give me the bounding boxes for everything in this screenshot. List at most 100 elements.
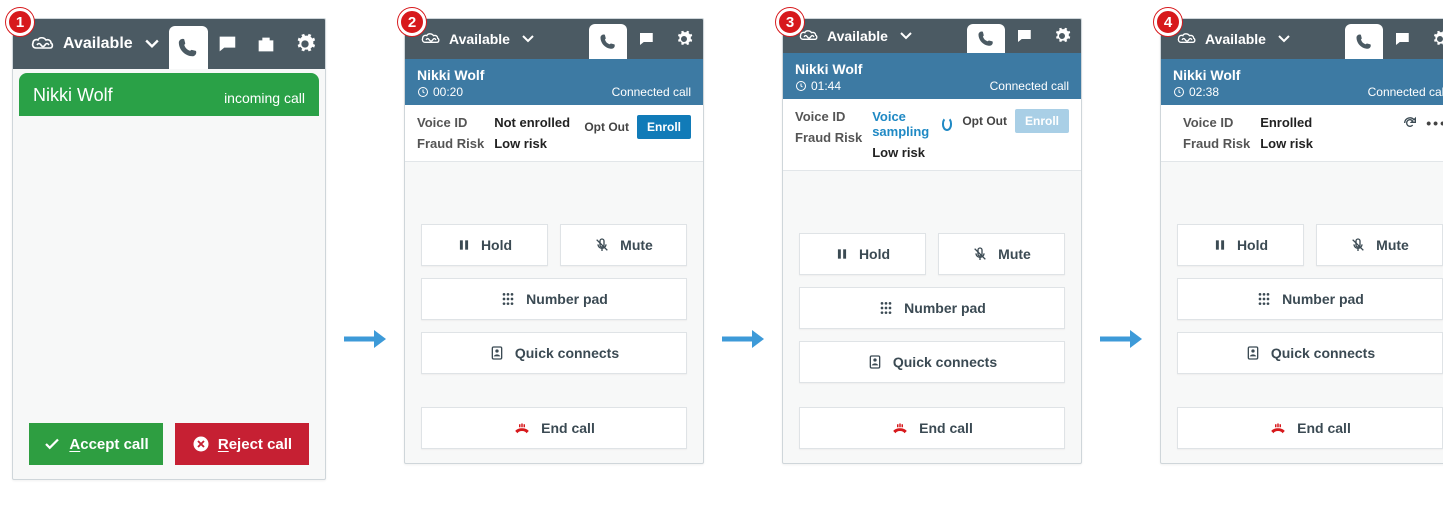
chevron-down-icon bbox=[522, 35, 534, 43]
hangup-icon bbox=[513, 421, 531, 435]
tab-phone[interactable] bbox=[169, 26, 208, 69]
hold-button[interactable]: Hold bbox=[421, 224, 548, 266]
more-menu-button[interactable]: ••• bbox=[1426, 115, 1443, 131]
hangup-icon bbox=[891, 421, 909, 435]
spinner-icon bbox=[942, 117, 953, 131]
voice-id-label: Voice ID bbox=[795, 109, 862, 124]
voice-id-value: Voice sampling bbox=[872, 109, 952, 139]
tab-settings[interactable] bbox=[286, 19, 325, 69]
call-timer: 00:20 bbox=[417, 85, 484, 99]
caller-banner-connected: Nikki Wolf 02:38 Connected call bbox=[1161, 59, 1443, 105]
agent-status-label: Available bbox=[1205, 31, 1266, 47]
fraud-risk-value: Low risk bbox=[494, 136, 574, 151]
fraud-risk-value: Low risk bbox=[872, 145, 952, 160]
chevron-down-icon bbox=[900, 32, 912, 40]
ccp-panel-connected: Available Nikki Wolf 00:20 bbox=[404, 18, 704, 464]
tab-chat[interactable] bbox=[627, 19, 665, 59]
tab-chat[interactable] bbox=[208, 19, 247, 69]
tab-tasks[interactable] bbox=[247, 19, 286, 69]
panel-body: Hold Mute Number pad Quick connects bbox=[1161, 162, 1443, 463]
pause-icon bbox=[1213, 238, 1227, 252]
mute-button[interactable]: Mute bbox=[560, 224, 687, 266]
tab-phone[interactable] bbox=[967, 24, 1005, 53]
ccp-panel-sampling: Available Nikki Wolf 01:44 bbox=[782, 18, 1082, 464]
voice-id-panel: Voice ID Fraud Risk Voice sampling Low r… bbox=[783, 99, 1081, 171]
fraud-risk-label: Fraud Risk bbox=[417, 136, 484, 151]
opt-out-link[interactable]: Opt Out bbox=[962, 114, 1007, 128]
voice-id-panel: Voice ID Fraud Risk Not enrolled Low ris… bbox=[405, 105, 703, 162]
step-badge-3: 3 bbox=[776, 8, 804, 36]
caller-banner-incoming: Nikki Wolf incoming call bbox=[19, 73, 319, 116]
dialpad-icon bbox=[878, 300, 894, 316]
tab-phone[interactable] bbox=[1345, 24, 1383, 59]
dialpad-icon bbox=[1256, 291, 1272, 307]
fraud-risk-value: Low risk bbox=[1260, 136, 1392, 151]
mic-off-icon bbox=[972, 246, 988, 262]
refresh-button[interactable] bbox=[1402, 115, 1418, 131]
topbar: Available bbox=[13, 19, 325, 69]
chevron-down-icon bbox=[145, 39, 159, 49]
flow-arrow-icon bbox=[1098, 327, 1144, 351]
opt-out-link[interactable]: Opt Out bbox=[584, 120, 629, 134]
number-pad-button[interactable]: Number pad bbox=[421, 278, 687, 320]
number-pad-button[interactable]: Number pad bbox=[799, 287, 1065, 329]
voice-id-label: Voice ID bbox=[1183, 115, 1250, 130]
voice-id-value: Enrolled bbox=[1260, 115, 1392, 130]
panel-body: Hold Mute Number pad Quick connects bbox=[405, 162, 703, 463]
end-call-button[interactable]: End call bbox=[421, 407, 687, 449]
tab-chat[interactable] bbox=[1383, 19, 1421, 59]
caller-banner-connected: Nikki Wolf 01:44 Connected call bbox=[783, 53, 1081, 99]
chevron-down-icon bbox=[1278, 35, 1290, 43]
ccp-panel-incoming: Available Nikki Wolf incoming call bbox=[12, 18, 326, 480]
dialpad-icon bbox=[500, 291, 516, 307]
end-call-button[interactable]: End call bbox=[799, 407, 1065, 449]
enroll-button[interactable]: Enroll bbox=[637, 115, 691, 139]
hold-button[interactable]: Hold bbox=[1177, 224, 1304, 266]
contacts-icon bbox=[867, 354, 883, 370]
quick-connects-button[interactable]: Quick connects bbox=[799, 341, 1065, 383]
clock-icon bbox=[795, 80, 807, 92]
connect-cloud-icon bbox=[1177, 32, 1197, 46]
contacts-icon bbox=[489, 345, 505, 361]
tab-chat[interactable] bbox=[1005, 19, 1043, 53]
mute-button[interactable]: Mute bbox=[1316, 224, 1443, 266]
hold-button[interactable]: Hold bbox=[799, 233, 926, 275]
tab-settings[interactable] bbox=[665, 19, 703, 59]
mic-off-icon bbox=[594, 237, 610, 253]
caller-banner-connected: Nikki Wolf 00:20 Connected call bbox=[405, 59, 703, 105]
clock-icon bbox=[417, 86, 429, 98]
agent-status-dropdown[interactable]: Available bbox=[789, 24, 922, 48]
pause-icon bbox=[457, 238, 471, 252]
mic-off-icon bbox=[1350, 237, 1366, 253]
agent-status-label: Available bbox=[449, 31, 510, 47]
agent-status-label: Available bbox=[63, 35, 133, 53]
fraud-risk-label: Fraud Risk bbox=[1183, 136, 1250, 151]
quick-connects-button[interactable]: Quick connects bbox=[1177, 332, 1443, 374]
call-state-label: Connected call bbox=[612, 85, 691, 99]
agent-status-dropdown[interactable]: Available bbox=[21, 27, 169, 61]
end-call-button[interactable]: End call bbox=[1177, 407, 1443, 449]
agent-status-dropdown[interactable]: Available bbox=[411, 24, 544, 54]
agent-status-label: Available bbox=[827, 28, 888, 44]
step-badge-2: 2 bbox=[398, 8, 426, 36]
tab-phone[interactable] bbox=[589, 24, 627, 59]
call-timer: 01:44 bbox=[795, 79, 862, 93]
call-state-label: incoming call bbox=[224, 90, 305, 106]
tab-settings[interactable] bbox=[1421, 19, 1443, 59]
mute-button[interactable]: Mute bbox=[938, 233, 1065, 275]
caller-name: Nikki Wolf bbox=[1173, 67, 1240, 83]
voice-id-panel: Voice ID Fraud Risk Enrolled Low risk ••… bbox=[1161, 105, 1443, 162]
panel-body: Accept call Reject call bbox=[13, 116, 325, 479]
tab-settings[interactable] bbox=[1043, 19, 1081, 53]
quick-connects-button[interactable]: Quick connects bbox=[421, 332, 687, 374]
flow-arrow-icon bbox=[720, 327, 766, 351]
hangup-icon bbox=[1269, 421, 1287, 435]
contacts-icon bbox=[1245, 345, 1261, 361]
agent-status-dropdown[interactable]: Available bbox=[1167, 24, 1300, 54]
topbar: Available bbox=[1161, 19, 1443, 59]
topbar: Available bbox=[405, 19, 703, 59]
reject-call-button[interactable]: Reject call bbox=[175, 423, 309, 465]
number-pad-button[interactable]: Number pad bbox=[1177, 278, 1443, 320]
accept-call-button[interactable]: Accept call bbox=[29, 423, 163, 465]
call-state-label: Connected call bbox=[990, 79, 1069, 93]
